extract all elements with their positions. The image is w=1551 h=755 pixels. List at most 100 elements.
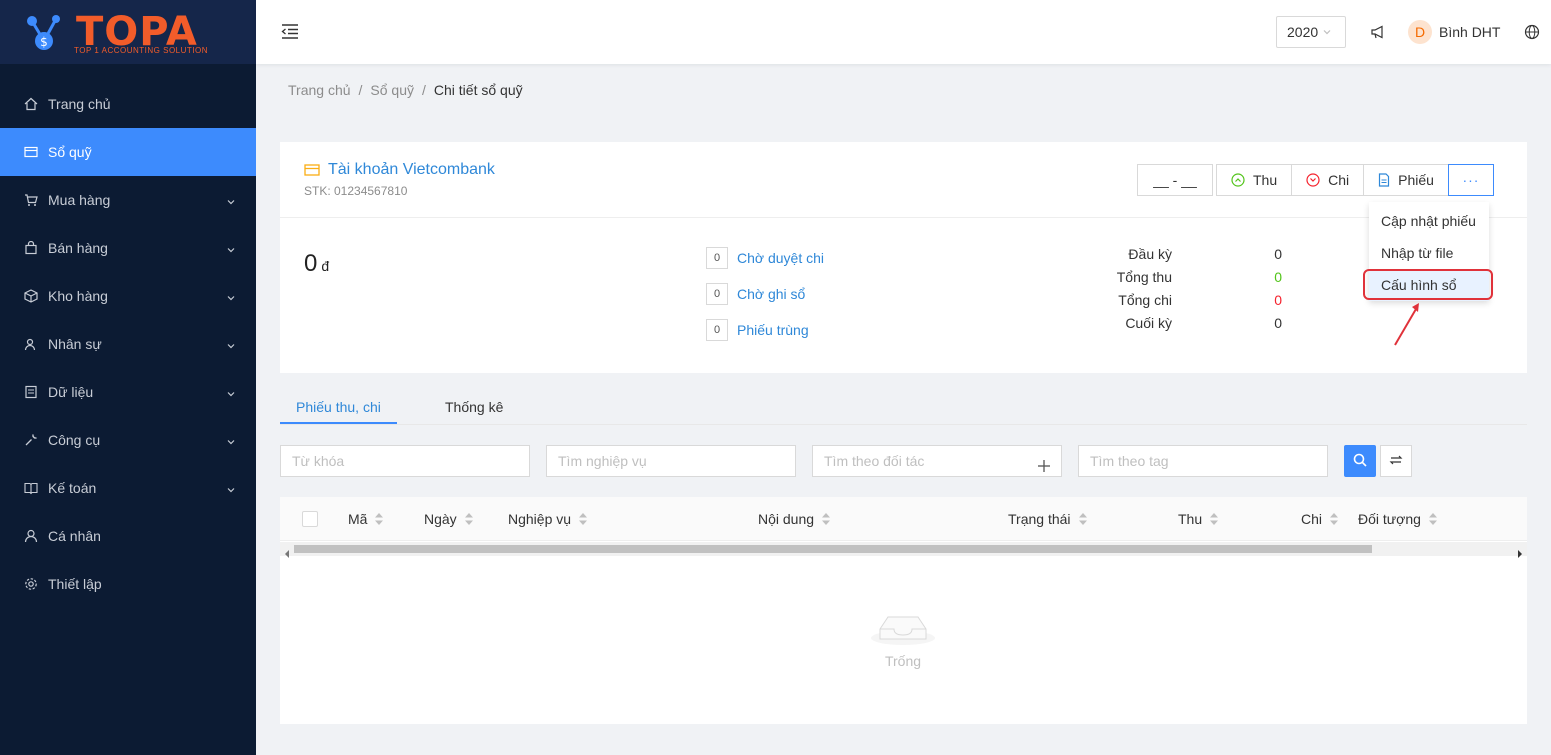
thu-button-label: Thu xyxy=(1253,172,1278,188)
sort-icon xyxy=(1330,513,1339,525)
breadcrumb-section[interactable]: Sổ quỹ xyxy=(370,82,414,98)
tab-thong-ke[interactable]: Thống kê xyxy=(445,399,503,415)
sidebar-item-cong-cu[interactable]: Công cụ xyxy=(0,416,256,464)
search-button[interactable] xyxy=(1344,445,1376,477)
status-link-phieu-trung[interactable]: Phiếu trùng xyxy=(737,322,809,338)
summary-label: Cuối kỳ xyxy=(1125,314,1172,331)
status-item: 0 Chờ ghi sổ xyxy=(706,276,824,312)
column-header-chi[interactable]: Chi xyxy=(1301,511,1339,527)
operation-search-input[interactable]: Tìm nghiệp vụ xyxy=(546,445,796,477)
sidebar-item-ke-toan[interactable]: Kế toán xyxy=(0,464,256,512)
summary-label: Đầu kỳ xyxy=(1128,245,1172,262)
column-label: Chi xyxy=(1301,511,1323,527)
table-header: Mã Ngày Nghiệp vụ Nội dung Trạng thái Th… xyxy=(280,497,1527,541)
sidebar-item-label: Công cụ xyxy=(48,432,101,448)
transactions-table: Mã Ngày Nghiệp vụ Nội dung Trạng thái Th… xyxy=(280,497,1527,724)
phieu-button-label: Phiếu xyxy=(1398,172,1434,188)
year-select[interactable]: 2020 xyxy=(1276,16,1346,48)
summary-value: 0 xyxy=(1274,291,1282,308)
column-header-thu[interactable]: Thu xyxy=(1178,511,1219,527)
credit-card-icon xyxy=(304,163,320,180)
status-count: 0 xyxy=(706,247,728,269)
sidebar-item-label: Sổ quỹ xyxy=(48,144,92,160)
summary-label: Tổng chi xyxy=(1118,291,1172,308)
sidebar-item-label: Mua hàng xyxy=(48,192,111,208)
menu-item-nhap-tu-file[interactable]: Nhập từ file xyxy=(1369,237,1489,269)
column-header-ma[interactable]: Mã xyxy=(348,511,384,527)
status-link-cho-duyet-chi[interactable]: Chờ duyệt chi xyxy=(737,250,824,266)
plus-icon[interactable] xyxy=(1037,453,1051,483)
column-label: Mã xyxy=(348,511,368,527)
file-icon xyxy=(1378,173,1390,187)
column-label: Nghiệp vụ xyxy=(508,511,572,527)
column-header-noi-dung[interactable]: Nội dung xyxy=(758,511,831,527)
breadcrumb-current: Chi tiết sổ quỹ xyxy=(433,82,523,98)
summary-value: 0 xyxy=(1274,268,1282,285)
username[interactable]: Bình DHT xyxy=(1439,24,1500,40)
status-item: 0 Chờ duyệt chi xyxy=(706,240,824,276)
cart-icon xyxy=(24,193,38,207)
sidebar-item-trang-chu[interactable]: Trang chủ xyxy=(0,80,256,128)
chevron-down-icon xyxy=(226,434,236,450)
action-buttons: Thu Chi Phiếu ··· xyxy=(1216,164,1494,196)
breadcrumb-home[interactable]: Trang chủ xyxy=(288,82,351,98)
sidebar-item-kho-hang[interactable]: Kho hàng xyxy=(0,272,256,320)
scroll-thumb[interactable] xyxy=(294,545,1372,553)
sidebar-item-du-lieu[interactable]: Dữ liệu xyxy=(0,368,256,416)
chi-button[interactable]: Chi xyxy=(1291,164,1365,196)
column-header-doi-tuong[interactable]: Đối tượng xyxy=(1358,511,1437,527)
menu-item-cap-nhat-phieu[interactable]: Cập nhật phiếu xyxy=(1369,205,1489,237)
settings-icon xyxy=(24,577,38,591)
date-range-picker[interactable]: __ - __ xyxy=(1137,164,1213,196)
thu-button[interactable]: Thu xyxy=(1216,164,1293,196)
sidebar-item-mua-hang[interactable]: Mua hàng xyxy=(0,176,256,224)
chevron-down-icon xyxy=(226,290,236,306)
more-button[interactable]: ··· xyxy=(1447,164,1494,196)
tab-phieu-thu-chi[interactable]: Phiếu thu, chi xyxy=(296,399,381,415)
chevron-down-icon xyxy=(226,194,236,210)
scroll-right-icon[interactable] xyxy=(1517,545,1523,561)
horizontal-scrollbar[interactable] xyxy=(280,542,1527,558)
megaphone-icon[interactable] xyxy=(1370,24,1386,43)
menu-fold-icon[interactable] xyxy=(280,22,300,43)
scroll-left-icon[interactable] xyxy=(284,545,290,561)
column-header-ngay[interactable]: Ngày xyxy=(424,511,473,527)
empty-text: Trống xyxy=(884,653,922,669)
summary-row: Tổng chi 0 xyxy=(1100,288,1282,311)
account-name[interactable]: Tài khoản Vietcombank xyxy=(328,161,495,179)
status-list: 0 Chờ duyệt chi 0 Chờ ghi sổ 0 Phiếu trù… xyxy=(706,240,824,348)
sidebar-item-nhan-su[interactable]: Nhân sự xyxy=(0,320,256,368)
logo-mark-icon: $ xyxy=(27,15,60,50)
sidebar-item-ca-nhan[interactable]: Cá nhân xyxy=(0,512,256,560)
year-value: 2020 xyxy=(1287,24,1319,40)
sidebar-item-label: Trang chủ xyxy=(48,96,111,112)
partner-search-input[interactable]: Tìm theo đối tác xyxy=(812,445,1062,477)
database-icon xyxy=(24,385,38,399)
sidebar-item-so-quy[interactable]: Sổ quỹ xyxy=(0,128,256,176)
sort-icon xyxy=(1428,513,1437,525)
logo[interactable]: $ TOPA TOP 1 ACCOUNTING SOLUTION xyxy=(0,0,256,64)
summary-value: 0 xyxy=(1274,314,1282,331)
sidebar-item-label: Kho hàng xyxy=(48,288,108,304)
keyword-input[interactable]: Từ khóa xyxy=(280,445,530,477)
reset-button[interactable] xyxy=(1380,445,1412,477)
chevron-down-icon xyxy=(226,338,236,354)
globe-icon[interactable] xyxy=(1524,24,1540,43)
column-header-trang-thai[interactable]: Trạng thái xyxy=(1008,511,1087,527)
wallet-icon xyxy=(24,145,38,159)
svg-text:$: $ xyxy=(40,35,48,49)
avatar[interactable]: D xyxy=(1408,20,1432,44)
phieu-button[interactable]: Phiếu xyxy=(1363,164,1449,196)
partner-placeholder: Tìm theo đối tác xyxy=(824,453,925,469)
status-link-cho-ghi-so[interactable]: Chờ ghi sổ xyxy=(737,286,805,302)
arrow-up-circle-icon xyxy=(1231,173,1245,187)
column-header-nghiep-vu[interactable]: Nghiệp vụ xyxy=(508,511,588,527)
select-all-checkbox[interactable] xyxy=(302,511,318,527)
column-label: Ngày xyxy=(424,511,457,527)
sidebar-item-label: Thiết lập xyxy=(48,576,102,592)
sidebar-item-ban-hang[interactable]: Bán hàng xyxy=(0,224,256,272)
breadcrumb-separator: / xyxy=(422,82,426,98)
tag-search-input[interactable]: Tìm theo tag xyxy=(1078,445,1328,477)
sidebar-item-thiet-lap[interactable]: Thiết lập xyxy=(0,560,256,608)
home-icon xyxy=(24,97,38,111)
